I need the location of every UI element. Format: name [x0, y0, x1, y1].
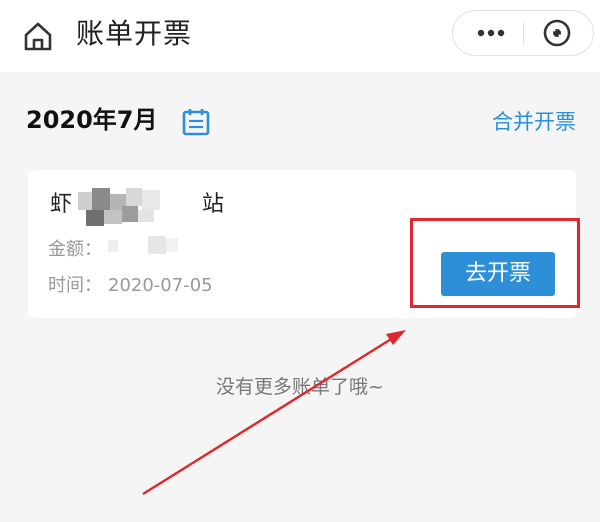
time-label: 时间：	[48, 275, 102, 296]
no-more-bills-text: 没有更多账单了哦~	[216, 376, 384, 398]
amount-label: 金额：	[48, 239, 102, 260]
pixelated-redaction	[78, 188, 160, 226]
top-navigation-bar: 账单开票	[0, 0, 600, 72]
capsule-menu	[452, 10, 594, 56]
page-title: 账单开票	[76, 17, 193, 50]
capsule-divider	[523, 22, 524, 44]
more-icon[interactable]	[461, 11, 517, 55]
merchant-name-suffix: 站	[202, 192, 225, 217]
merchant-name-prefix: 虾	[50, 192, 73, 217]
amount-redaction	[108, 236, 178, 254]
annotation-highlight-box	[410, 218, 580, 308]
calendar-icon[interactable]	[180, 106, 212, 138]
close-circle-icon[interactable]	[533, 15, 585, 51]
merge-invoice-link[interactable]: 合并开票	[492, 107, 576, 137]
time-value: 2020-07-05	[108, 275, 213, 296]
month-label: 2020年7月	[26, 106, 158, 134]
home-icon[interactable]	[20, 18, 56, 54]
